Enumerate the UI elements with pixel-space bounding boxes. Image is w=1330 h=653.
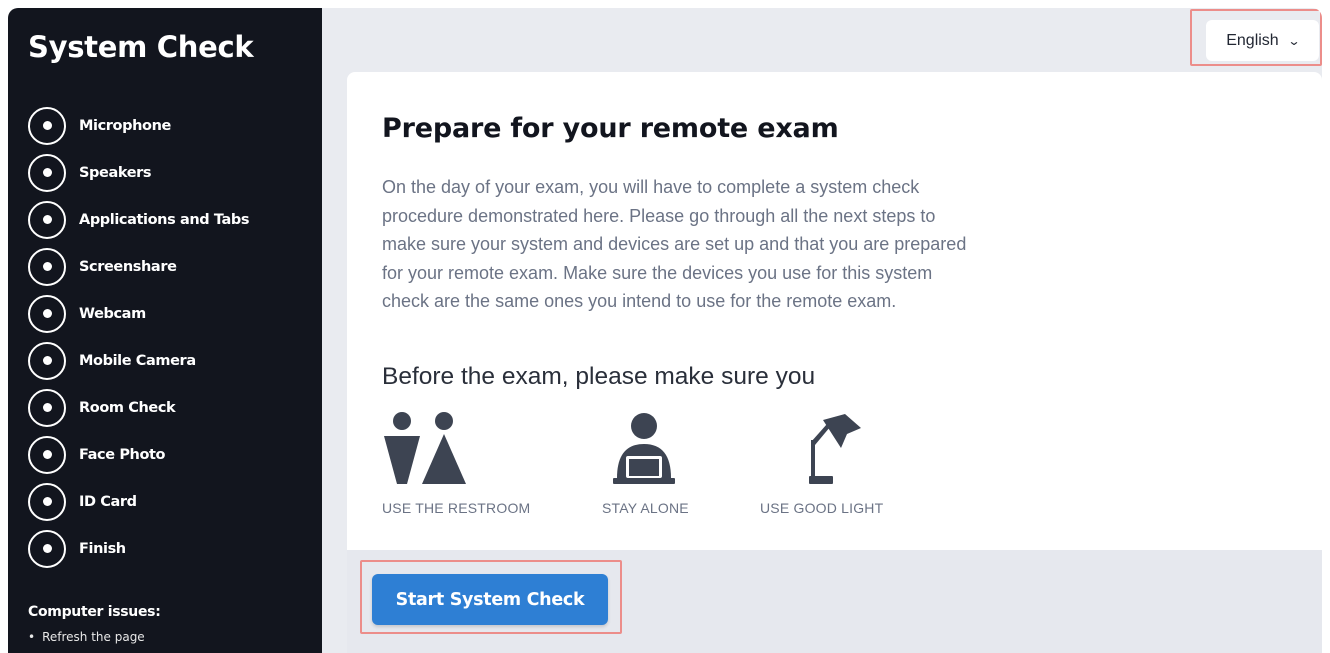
- action-bar: Start System Check: [347, 550, 1322, 653]
- step-label: Webcam: [79, 305, 146, 322]
- tip-label: STAY ALONE: [602, 500, 689, 516]
- page-title: Prepare for your remote exam: [382, 113, 839, 144]
- tip-restroom: USE THE RESTROOM: [382, 412, 530, 516]
- app-window: System Check Microphone Speakers Applica…: [8, 8, 1322, 653]
- sidebar-title: System Check: [28, 30, 254, 64]
- step-label: Applications and Tabs: [79, 211, 250, 228]
- tip-good-light: USE GOOD LIGHT: [760, 412, 883, 516]
- step-indicator-icon: [28, 294, 66, 333]
- step-room-check[interactable]: Room Check: [28, 384, 249, 431]
- step-indicator-icon: [28, 529, 66, 568]
- desk-lamp-icon: [809, 414, 861, 484]
- tip-label: USE THE RESTROOM: [382, 500, 531, 516]
- step-id-card[interactable]: ID Card: [28, 478, 249, 525]
- restroom-icon: [384, 412, 466, 484]
- language-selector-highlight: English ⌄: [1190, 9, 1322, 66]
- issue-item: Refresh the page: [28, 630, 145, 644]
- step-list: Microphone Speakers Applications and Tab…: [28, 102, 250, 572]
- intro-card: Prepare for your remote exam On the day …: [347, 72, 1322, 550]
- language-dropdown[interactable]: English ⌄: [1206, 20, 1319, 61]
- person-alone-icon: [613, 413, 675, 484]
- step-applications-and-tabs[interactable]: Applications and Tabs: [28, 196, 250, 243]
- step-indicator-icon: [28, 341, 66, 380]
- step-indicator-icon: [28, 435, 66, 474]
- start-button-highlight: Start System Check: [360, 560, 622, 634]
- computer-issues-list: Refresh the page: [28, 630, 145, 644]
- step-speakers[interactable]: Speakers: [28, 149, 249, 196]
- step-indicator-icon: [28, 482, 66, 521]
- step-indicator-icon: [28, 388, 66, 427]
- step-finish[interactable]: Finish: [28, 525, 249, 572]
- step-face-photo[interactable]: Face Photo: [28, 431, 249, 478]
- language-value: English: [1226, 31, 1279, 49]
- step-indicator-icon: [28, 200, 66, 239]
- tip-stay-alone: STAY ALONE: [602, 412, 689, 516]
- chevron-down-icon: ⌄: [1287, 33, 1301, 48]
- tip-label: USE GOOD LIGHT: [760, 500, 884, 516]
- checklist-heading: Before the exam, please make sure you: [382, 363, 816, 390]
- sidebar: System Check Microphone Speakers Applica…: [8, 8, 322, 653]
- start-system-check-button[interactable]: Start System Check: [372, 574, 608, 625]
- step-indicator-icon: [28, 153, 66, 192]
- step-mobile-camera[interactable]: Mobile Camera: [28, 337, 249, 384]
- step-label: Screenshare: [79, 258, 177, 275]
- step-screenshare[interactable]: Screenshare: [28, 243, 249, 290]
- step-label: Room Check: [79, 399, 176, 416]
- step-indicator-icon: [28, 106, 66, 145]
- step-label: Mobile Camera: [79, 352, 196, 369]
- step-label: Speakers: [79, 164, 152, 181]
- step-microphone[interactable]: Microphone: [28, 102, 249, 149]
- step-label: Finish: [79, 540, 126, 557]
- step-label: Face Photo: [79, 446, 166, 463]
- step-label: Microphone: [79, 117, 171, 134]
- computer-issues-heading: Computer issues:: [28, 604, 161, 620]
- step-webcam[interactable]: Webcam: [28, 290, 249, 337]
- intro-text: On the day of your exam, you will have t…: [382, 177, 967, 312]
- step-indicator-icon: [28, 247, 66, 286]
- step-label: ID Card: [79, 493, 137, 510]
